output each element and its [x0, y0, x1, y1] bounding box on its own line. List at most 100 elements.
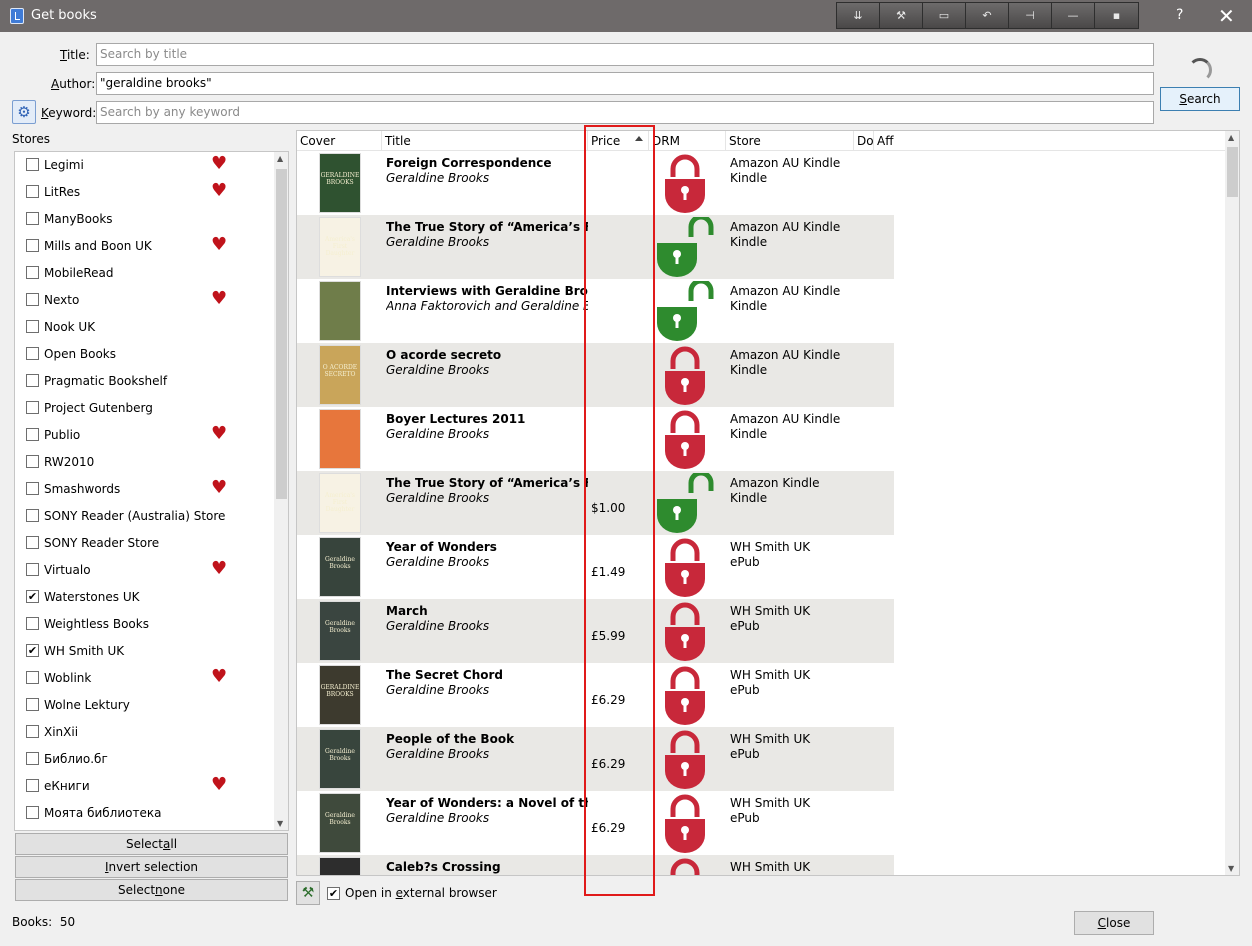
wrench-icon[interactable]: ⚒ — [296, 881, 320, 905]
store-checkbox[interactable] — [26, 509, 39, 522]
author-input[interactable]: "geraldine brooks" — [96, 72, 1154, 95]
col-drm[interactable]: DRM — [649, 131, 726, 151]
store-checkbox[interactable] — [26, 374, 39, 387]
invert-selection-button[interactable]: Invert selection — [15, 856, 288, 878]
store-checkbox[interactable] — [26, 239, 39, 252]
table-row[interactable]: Caleb?s Crossing WH Smith UK — [297, 855, 894, 875]
store-item[interactable]: ✔ WH Smith UK — [15, 638, 273, 665]
close-window-icon[interactable]: ✕ — [1218, 4, 1235, 28]
store-item[interactable]: Weightless Books — [15, 611, 273, 638]
store-checkbox[interactable] — [26, 698, 39, 711]
window-tool-5-icon[interactable]: — — [1052, 3, 1095, 28]
store-item[interactable]: Woblink ♥ — [15, 665, 273, 692]
store-checkbox[interactable] — [26, 806, 39, 819]
store-checkbox[interactable] — [26, 158, 39, 171]
store-item[interactable]: Моята библиотека — [15, 800, 273, 827]
keyword-input[interactable]: Search by any keyword — [96, 101, 1154, 124]
col-download[interactable]: Do — [854, 131, 874, 151]
store-checkbox[interactable] — [26, 563, 39, 576]
store-item[interactable]: Legimi ♥ — [15, 152, 273, 179]
store-item[interactable]: SONY Reader (Australia) Store — [15, 503, 273, 530]
store-item[interactable]: XinXii — [15, 719, 273, 746]
table-row[interactable]: GERALDINE BROOKS The Secret Chord Geraldin… — [297, 663, 894, 727]
window-tool-6-icon[interactable]: ▪ — [1095, 3, 1138, 28]
store-item[interactable]: ManyBooks — [15, 206, 273, 233]
store-checkbox[interactable] — [26, 779, 39, 792]
window-tool-4-icon[interactable]: ⊣ — [1009, 3, 1052, 28]
store-checkbox[interactable] — [26, 185, 39, 198]
store-item[interactable]: Wolne Lektury — [15, 692, 273, 719]
search-button[interactable]: Search — [1160, 87, 1240, 111]
close-button[interactable]: Close — [1074, 911, 1154, 935]
store-checkbox[interactable] — [26, 266, 39, 279]
store-checkbox[interactable] — [26, 671, 39, 684]
book-title: Foreign Correspondence — [386, 156, 552, 170]
col-affiliate[interactable]: Aff — [874, 131, 896, 151]
store-checkbox[interactable] — [26, 752, 39, 765]
store-checkbox[interactable]: ✔ — [26, 644, 39, 657]
title-input[interactable]: Search by title — [96, 43, 1154, 66]
store-checkbox[interactable] — [26, 212, 39, 225]
store-item[interactable]: SONY Reader Store — [15, 530, 273, 557]
open-external-checkbox[interactable]: ✔ — [327, 887, 340, 900]
store-item[interactable]: Nook UK — [15, 314, 273, 341]
table-row[interactable]: GERALDINE BROOKS Foreign Correspondence Ge… — [297, 151, 894, 215]
window-tool-0-icon[interactable]: ⇊ — [837, 3, 880, 28]
scroll-thumb[interactable] — [276, 169, 287, 499]
store-item[interactable]: RW2010 — [15, 449, 273, 476]
col-title[interactable]: Title — [382, 131, 588, 151]
table-row[interactable]: O ACORDE SECRETO O acorde secreto Geraldin… — [297, 343, 894, 407]
store-item[interactable]: Smashwords ♥ — [15, 476, 273, 503]
store-checkbox[interactable]: ✔ — [26, 590, 39, 603]
store-checkbox[interactable] — [26, 428, 39, 441]
store-checkbox[interactable] — [26, 401, 39, 414]
store-item[interactable]: Pragmatic Bookshelf — [15, 368, 273, 395]
table-row[interactable]: Geraldine Brooks Year of Wonders: a Novel… — [297, 791, 894, 855]
store-item[interactable]: Project Gutenberg — [15, 395, 273, 422]
table-row[interactable]: Geraldine Brooks March Geraldine Brooks £5.… — [297, 599, 894, 663]
select-all-button[interactable]: Select a ll — [15, 833, 288, 855]
store-item[interactable]: ✔ Waterstones UK — [15, 584, 273, 611]
table-row[interactable]: Interviews with Geraldine Brooks anAnna … — [297, 278, 894, 343]
scroll-up-icon[interactable]: ▲ — [1228, 133, 1234, 142]
table-row[interactable]: Geraldine Brooks Year of Wonders Geraldine… — [297, 535, 894, 599]
store-item[interactable]: Библио.бг — [15, 746, 273, 773]
store-item[interactable]: MobileRead — [15, 260, 273, 287]
book-store: WH Smith UK ePub — [730, 604, 810, 634]
store-item[interactable]: Virtualo ♥ — [15, 557, 273, 584]
store-checkbox[interactable] — [26, 347, 39, 360]
col-store[interactable]: Store — [726, 131, 854, 151]
open-external-label[interactable]: Open in external browser — [345, 886, 497, 900]
help-icon[interactable]: ? — [1176, 7, 1183, 23]
gear-icon[interactable]: ⚙ — [12, 100, 36, 124]
store-checkbox[interactable] — [26, 293, 39, 306]
store-checkbox[interactable] — [26, 482, 39, 495]
store-item[interactable]: Mills and Boon UK ♥ — [15, 233, 273, 260]
store-checkbox[interactable] — [26, 320, 39, 333]
store-item[interactable]: еКниги ♥ — [15, 773, 273, 800]
select-none-button[interactable]: Select n one — [15, 879, 288, 901]
store-checkbox[interactable] — [26, 536, 39, 549]
scroll-down-icon[interactable]: ▼ — [277, 819, 283, 828]
store-checkbox[interactable] — [26, 725, 39, 738]
store-item[interactable]: Nexto ♥ — [15, 287, 273, 314]
window-tool-2-icon[interactable]: ▭ — [923, 3, 966, 28]
table-row[interactable]: America's First Daughter The True Story o… — [297, 214, 894, 279]
col-price[interactable]: Price — [588, 131, 649, 151]
table-row[interactable]: Geraldine Brooks People of the Book Gerald… — [297, 727, 894, 791]
scroll-down-icon[interactable]: ▼ — [1228, 864, 1234, 873]
scroll-up-icon[interactable]: ▲ — [277, 154, 283, 163]
stores-scrollbar[interactable]: ▲ ▼ — [274, 152, 288, 830]
store-checkbox[interactable] — [26, 617, 39, 630]
store-item[interactable]: LitRes ♥ — [15, 179, 273, 206]
table-row[interactable]: Boyer Lectures 2011 Geraldine Brooks Amazo… — [297, 407, 894, 471]
window-tool-1-icon[interactable]: ⚒ — [880, 3, 923, 28]
results-scrollbar[interactable]: ▲ ▼ — [1225, 131, 1239, 875]
store-checkbox[interactable] — [26, 455, 39, 468]
window-tool-3-icon[interactable]: ↶ — [966, 3, 1009, 28]
col-cover[interactable]: Cover — [297, 131, 382, 151]
scroll-thumb[interactable] — [1227, 147, 1238, 197]
store-item[interactable]: Publio ♥ — [15, 422, 273, 449]
table-row[interactable]: America's First Daughter The True Story o… — [297, 470, 894, 535]
store-item[interactable]: Open Books — [15, 341, 273, 368]
